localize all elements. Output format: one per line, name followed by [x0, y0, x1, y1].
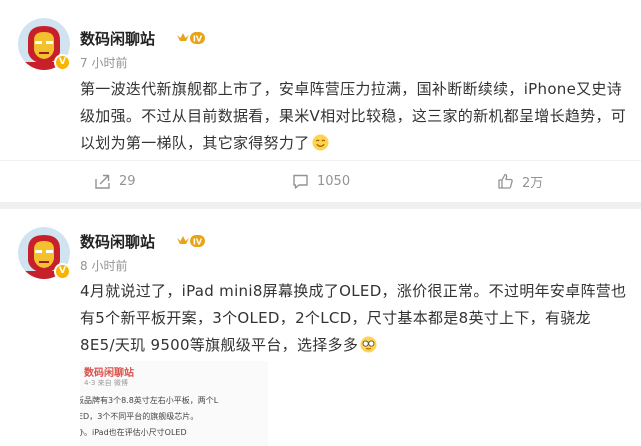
- comment-count: 1050: [317, 173, 351, 189]
- action-bar: 29 1050 2万: [0, 160, 641, 200]
- post-text-content: 第一波迭代新旗舰都上市了，安卓阵营压力拉满，国补断断续续，iPhone又史诗级加…: [80, 80, 627, 152]
- share-icon: [95, 174, 110, 189]
- post-card: V 数码闲聊站 IV 7 小时前 第一波迭代新旗舰都上市了，安卓阵营压力拉满，国…: [0, 0, 641, 202]
- post-text: 第一波迭代新旗舰都上市了，安卓阵营压力拉满，国补断断续续，iPhone又史诗级加…: [80, 76, 630, 157]
- verified-badge-icon: V: [54, 54, 71, 71]
- image-line: 板品牌有3个8.8英寸左右小平板，两个L: [80, 396, 219, 405]
- image-line: 办。iPad也在评估小尺寸OLED: [80, 428, 187, 437]
- comment-icon: [293, 174, 308, 189]
- like-button[interactable]: 2万: [497, 171, 543, 191]
- post-time[interactable]: 7 小时前: [80, 54, 127, 71]
- crown-level-icon: IV: [177, 235, 205, 247]
- post-image[interactable]: 数码闲聊站 4-3 来自 微博 板品牌有3个8.8英寸左右小平板，两个L ED，…: [80, 361, 268, 446]
- image-line: ED，3个不同平台的旗舰级芯片。: [80, 412, 199, 421]
- level-label: IV: [193, 238, 203, 247]
- verified-badge-icon: V: [54, 263, 71, 280]
- crown-level-icon: IV: [177, 32, 205, 44]
- post-text: 4月就说过了，iPad mini8屏幕换成了OLED，涨价很正常。不过明年安卓阵…: [80, 278, 630, 359]
- level-label: IV: [193, 35, 203, 44]
- thumbs-up-icon: [498, 173, 513, 189]
- comment-button[interactable]: 1050: [292, 171, 350, 191]
- post-text-content: 4月就说过了，iPad mini8屏幕换成了OLED，涨价很正常。不过明年安卓阵…: [80, 282, 627, 354]
- share-count: 29: [119, 173, 136, 189]
- image-meta: 4-3 来自 微博: [84, 379, 128, 387]
- glasses-emoji-icon: [360, 336, 377, 353]
- author-name[interactable]: 数码闲聊站: [80, 231, 155, 252]
- author-name[interactable]: 数码闲聊站: [80, 28, 155, 49]
- like-count: 2万: [522, 175, 544, 191]
- share-button[interactable]: 29: [94, 171, 136, 191]
- smile-emoji-icon: [311, 134, 329, 151]
- image-author: 数码闲聊站: [84, 368, 134, 379]
- post-time[interactable]: 8 小时前: [80, 257, 127, 274]
